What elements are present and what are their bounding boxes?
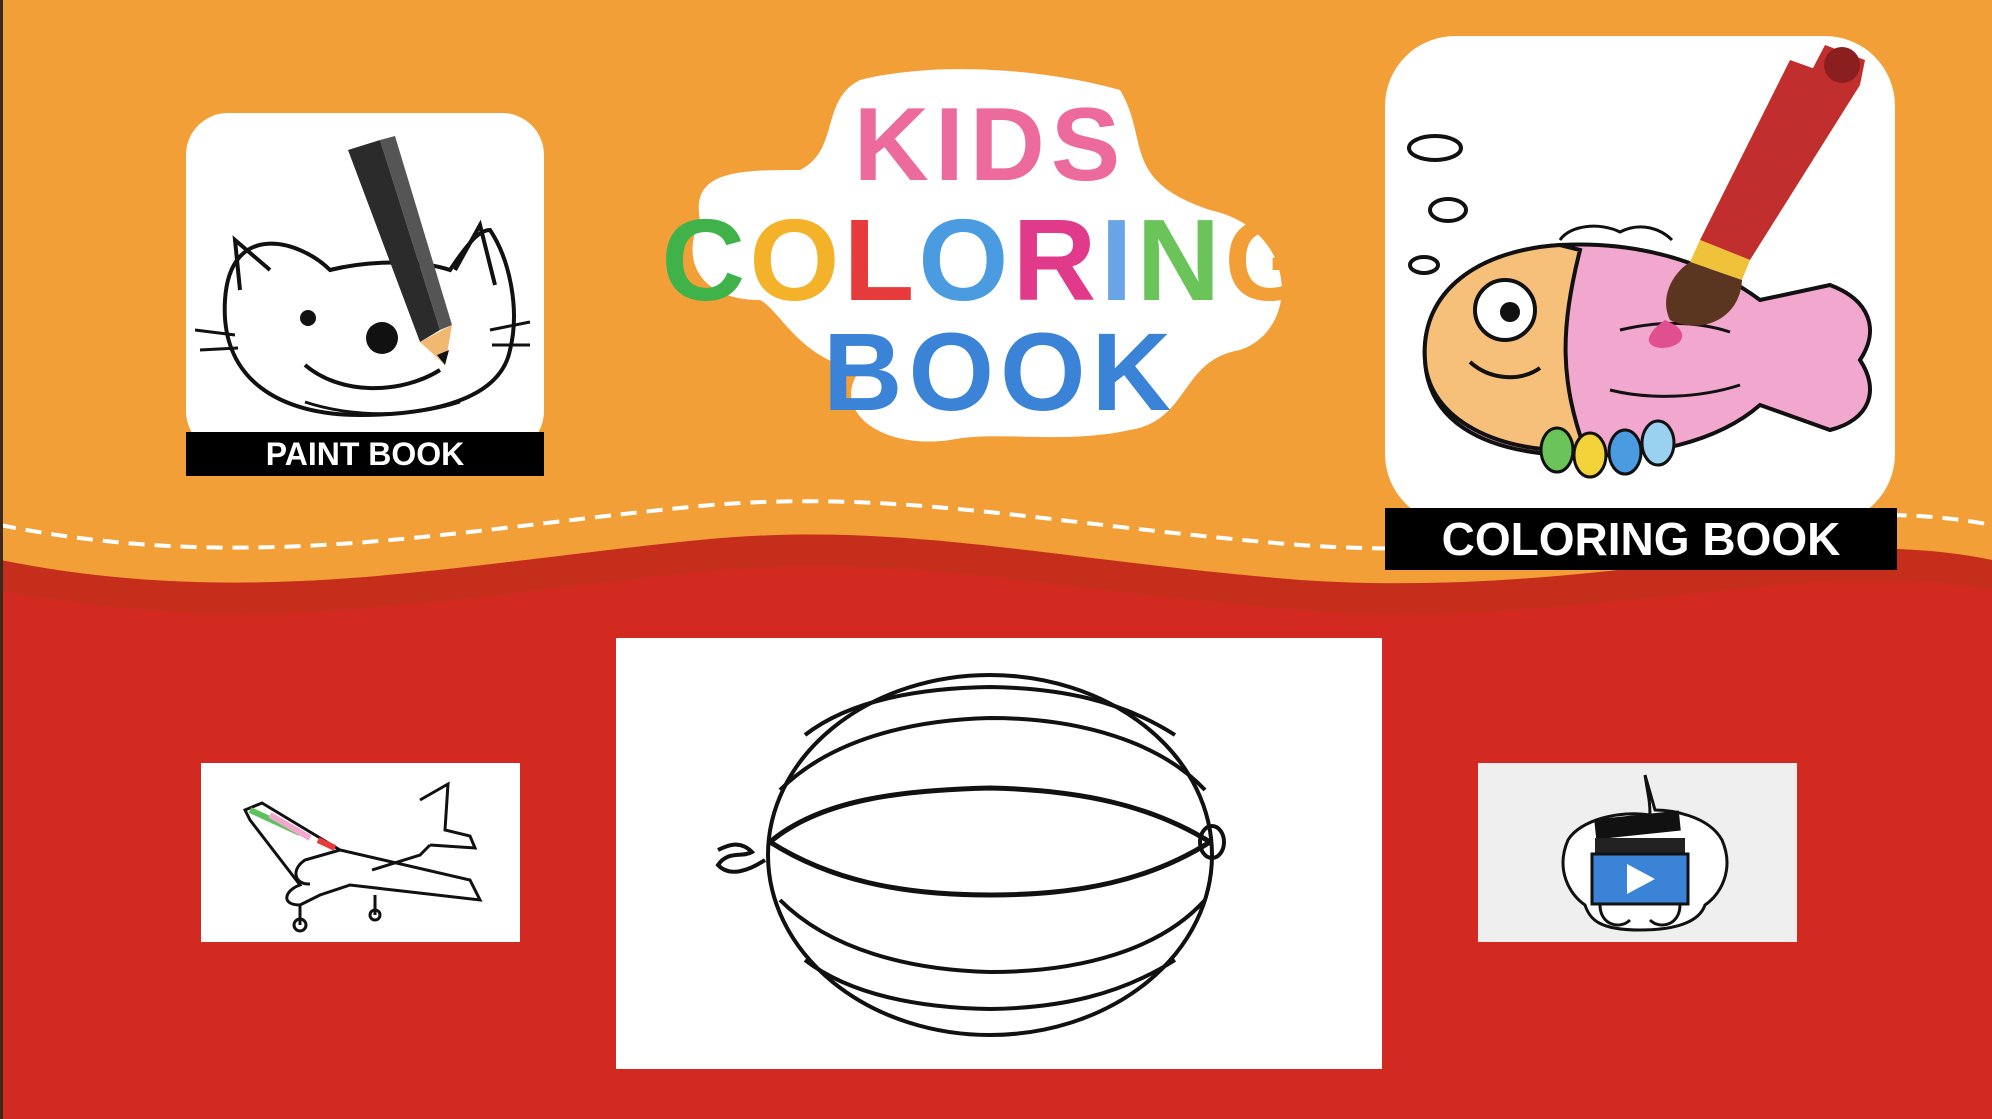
- paint-book-label-text: PAINT BOOK: [265, 436, 465, 472]
- coloring-book-label-text: COLORING BOOK: [1441, 513, 1841, 565]
- paint-book-label[interactable]: PAINT BOOK: [186, 432, 544, 476]
- title-letter: O: [1000, 311, 1092, 434]
- title-line-kids: KIDS: [854, 87, 1127, 203]
- title-letter: B: [823, 311, 908, 434]
- left-edge-line: [0, 0, 3, 1119]
- coloring-book-app-icon[interactable]: [1385, 36, 1895, 524]
- title-letter: C: [661, 195, 749, 325]
- title-letter: I: [935, 87, 970, 203]
- title-letter: N: [1137, 195, 1225, 325]
- title-letter: L: [843, 195, 918, 325]
- watermelon-canvas[interactable]: [616, 638, 1382, 1069]
- title-letter: K: [1092, 311, 1177, 434]
- video-thumbnail[interactable]: [1478, 763, 1797, 942]
- title-letter: I: [1100, 195, 1136, 325]
- title-line-book: BOOK: [823, 311, 1177, 434]
- coloring-book-label[interactable]: COLORING BOOK: [1385, 508, 1897, 570]
- title-letter: S: [1051, 87, 1126, 203]
- title-letter: O: [749, 195, 843, 325]
- title-line-coloring: COLORING: [661, 195, 1318, 325]
- title-letter: O: [918, 195, 1012, 325]
- title-letter: O: [908, 311, 1000, 434]
- paint-book-app-icon[interactable]: [186, 113, 544, 453]
- title-letter: R: [1013, 195, 1101, 325]
- title-letter: K: [854, 87, 935, 203]
- title-letter: D: [970, 87, 1051, 203]
- airplane-thumbnail[interactable]: [201, 763, 520, 942]
- title-letter: G: [1224, 195, 1318, 325]
